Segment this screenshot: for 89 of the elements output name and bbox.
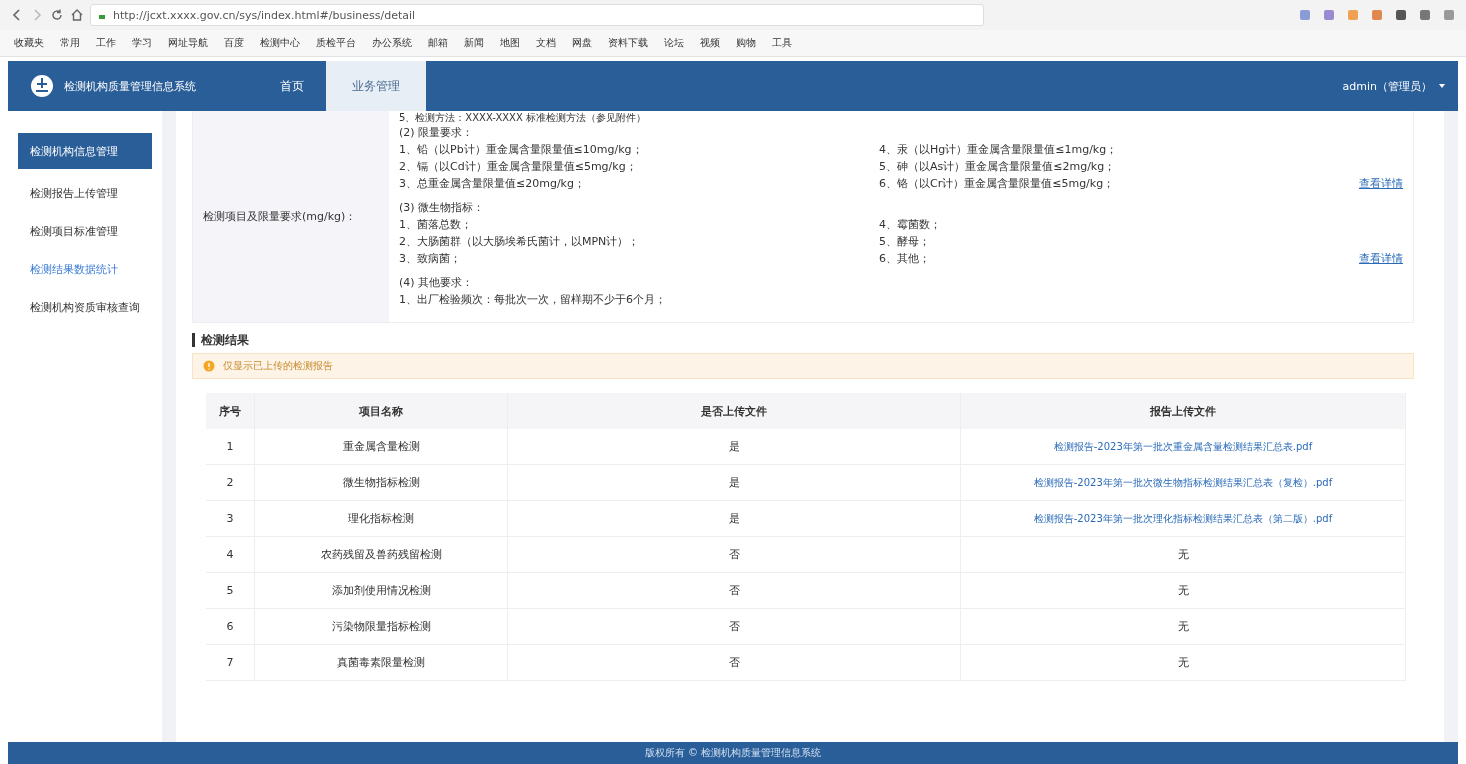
bookmark-item[interactable]: 工作 bbox=[96, 36, 116, 50]
requirement-text: 1、铅（以Pb计）重金属含量限量值≤10mg/kg； bbox=[399, 142, 644, 158]
bookmark-item[interactable]: 文档 bbox=[536, 36, 556, 50]
table-cell: 污染物限量指标检测 bbox=[254, 608, 508, 645]
field-label: 检测项目及限量要求(mg/kg)： bbox=[193, 111, 389, 322]
group-title: (3) 微生物指标： bbox=[399, 200, 486, 216]
bookmark-item[interactable]: 收藏夹 bbox=[14, 36, 44, 50]
file-link[interactable]: 检测报告-2023年第一批次重金属含量检测结果汇总表.pdf bbox=[1053, 440, 1313, 452]
column-header: 报告上传文件 bbox=[960, 393, 1406, 429]
bookmark-item[interactable]: 网盘 bbox=[572, 36, 592, 50]
group-title: (4) 其他要求： bbox=[399, 275, 475, 291]
requirement-text: 6、其他； bbox=[879, 251, 931, 267]
table-cell: 无 bbox=[960, 608, 1406, 645]
requirement-text: 3、致病菌； bbox=[399, 251, 462, 267]
table-cell: 理化指标检测 bbox=[254, 500, 508, 537]
table-cell: 是 bbox=[507, 464, 961, 501]
bookmark-item[interactable]: 学习 bbox=[132, 36, 152, 50]
nav-tab[interactable]: 首页 bbox=[258, 61, 326, 111]
table-cell: 添加剂使用情况检测 bbox=[254, 572, 508, 609]
bookmark-item[interactable]: 办公系统 bbox=[372, 36, 412, 50]
copyright-text: 版权所有 © 检测机构质量管理信息系统 bbox=[644, 746, 822, 760]
bookmark-item[interactable]: 视频 bbox=[700, 36, 720, 50]
requirement-text: 2、镉（以Cd计）重金属含量限量值≤5mg/kg； bbox=[399, 159, 638, 175]
table-cell: 真菌毒素限量检测 bbox=[254, 644, 508, 681]
table-cell: 2 bbox=[206, 464, 255, 501]
requirement-text: 3、总重金属含量限量值≤20mg/kg； bbox=[399, 176, 586, 192]
section-title: 检测结果 bbox=[192, 333, 1414, 347]
file-link[interactable]: 检测报告-2023年第一批次理化指标检测结果汇总表（第二版）.pdf bbox=[1033, 512, 1333, 524]
table-cell: 农药残留及兽药残留检测 bbox=[254, 536, 508, 573]
table-cell: 3 bbox=[206, 500, 255, 537]
requirement-text: 6、铬（以Cr计）重金属含量限量值≤5mg/kg； bbox=[879, 176, 1116, 192]
warning-icon bbox=[203, 360, 215, 372]
table-cell: 无 bbox=[960, 536, 1406, 573]
bookmark-item[interactable]: 百度 bbox=[224, 36, 244, 50]
bookmark-item[interactable]: 质检平台 bbox=[316, 36, 356, 50]
requirement-text: 5、检测方法：XXXX-XXXX 标准检测方法（参见附件） bbox=[399, 111, 647, 125]
system-title: 检测机构质量管理信息系统 bbox=[64, 78, 196, 94]
table-cell: 否 bbox=[507, 536, 961, 573]
requirement-text: 1、菌落总数； bbox=[399, 217, 473, 233]
sidebar-item[interactable]: 检测结果数据统计 bbox=[18, 255, 152, 283]
table-cell: 否 bbox=[507, 572, 961, 609]
table-cell: 无 bbox=[960, 644, 1406, 681]
requirement-text: 4、霉菌数； bbox=[879, 217, 942, 233]
table-cell: 重金属含量检测 bbox=[254, 429, 508, 465]
table-cell: 7 bbox=[206, 644, 255, 681]
table-cell: 无 bbox=[960, 572, 1406, 609]
view-details-link[interactable]: 查看详情 bbox=[1359, 175, 1403, 192]
sidebar-item[interactable]: 检测报告上传管理 bbox=[18, 179, 152, 207]
column-header: 序号 bbox=[206, 393, 255, 429]
bookmark-item[interactable]: 资料下载 bbox=[608, 36, 648, 50]
requirement-text: 5、酵母； bbox=[879, 234, 931, 250]
sidebar-item[interactable]: 检测项目标准管理 bbox=[18, 217, 152, 245]
table-cell: 6 bbox=[206, 608, 255, 645]
bookmark-item[interactable]: 常用 bbox=[60, 36, 80, 50]
sidebar-item[interactable]: 检测机构信息管理 bbox=[18, 133, 152, 169]
requirement-text: 4、汞（以Hg计）重金属含量限量值≤1mg/kg； bbox=[879, 142, 1119, 158]
bookmark-item[interactable]: 购物 bbox=[736, 36, 756, 50]
table-cell: 否 bbox=[507, 608, 961, 645]
sidebar-item[interactable]: 检测机构资质审核查询 bbox=[18, 293, 152, 321]
bookmark-item[interactable]: 地图 bbox=[500, 36, 520, 50]
bookmark-item[interactable]: 检测中心 bbox=[260, 36, 300, 50]
bookmark-item[interactable]: 新闻 bbox=[464, 36, 484, 50]
logo-icon bbox=[30, 74, 54, 98]
bookmark-item[interactable]: 工具 bbox=[772, 36, 792, 50]
file-link[interactable]: 检测报告-2023年第一批次微生物指标检测结果汇总表（复检）.pdf bbox=[1033, 476, 1333, 488]
table-cell: 是 bbox=[507, 429, 961, 465]
refresh-icon[interactable] bbox=[50, 8, 64, 22]
table-cell: 微生物指标检测 bbox=[254, 464, 508, 501]
table-cell: 5 bbox=[206, 572, 255, 609]
requirement-text: 5、砷（以As计）重金属含量限量值≤2mg/kg； bbox=[879, 159, 1117, 175]
user-menu[interactable]: admin（管理员） bbox=[1330, 61, 1458, 111]
notice-text: 仅显示已上传的检测报告 bbox=[223, 359, 333, 373]
requirement-text: 2、大肠菌群（以大肠埃希氏菌计，以MPN计）； bbox=[399, 234, 641, 250]
column-header: 是否上传文件 bbox=[507, 393, 961, 429]
table-cell: 是 bbox=[507, 500, 961, 537]
group-title: (2) 限量要求： bbox=[399, 125, 475, 141]
nav-tab[interactable]: 业务管理 bbox=[326, 61, 426, 111]
address-bar[interactable]: http://jcxt.xxxx.gov.cn/sys/index.html#/business/detail bbox=[90, 4, 984, 26]
table-cell: 否 bbox=[507, 644, 961, 681]
bookmark-item[interactable]: 邮箱 bbox=[428, 36, 448, 50]
table-cell: 4 bbox=[206, 536, 255, 573]
view-details-link[interactable]: 查看详情 bbox=[1359, 250, 1403, 267]
home-icon[interactable] bbox=[70, 8, 84, 22]
bookmark-item[interactable]: 网址导航 bbox=[168, 36, 208, 50]
table-cell: 1 bbox=[206, 429, 255, 465]
bookmark-item[interactable]: 论坛 bbox=[664, 36, 684, 50]
requirement-text: 1、出厂检验频次：每批次一次，留样期不少于6个月； bbox=[399, 292, 667, 308]
column-header: 项目名称 bbox=[254, 393, 508, 429]
caret-icon bbox=[1438, 82, 1446, 90]
